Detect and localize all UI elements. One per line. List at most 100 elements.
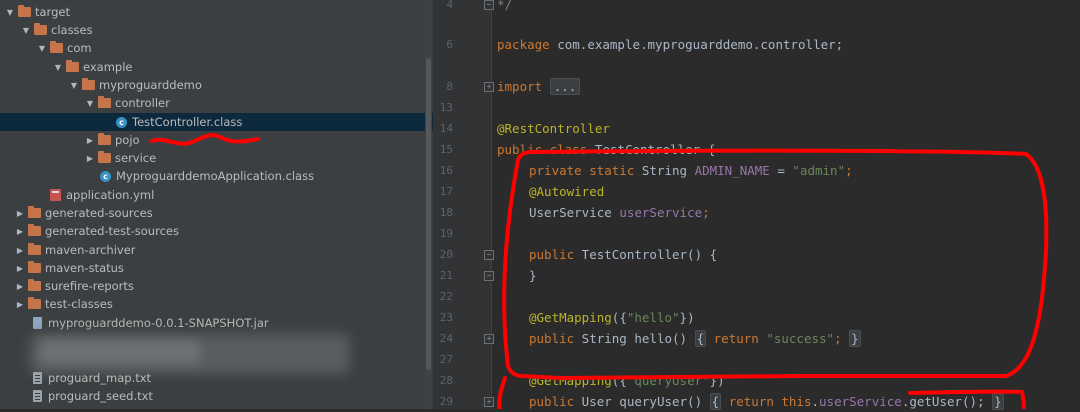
line-number: 4 [446, 0, 453, 11]
code-text: ; [845, 163, 853, 178]
tree-item-label: generated-sources [45, 206, 153, 220]
tree-item-surefire-reports[interactable]: ▶ surefire-reports [0, 277, 433, 295]
tree-item-controller[interactable]: ▼ controller [0, 94, 433, 112]
fold-marker-icon[interactable]: − [484, 271, 494, 281]
code-text: String [634, 163, 695, 178]
line-number: 23 [439, 311, 453, 324]
tree-item-application-class[interactable]: c MyproguarddemoApplication.class [0, 167, 433, 185]
tree-item-classes[interactable]: ▼ classes [0, 21, 433, 39]
fold-marker-icon[interactable]: − [484, 250, 494, 260]
fold-marker-icon[interactable]: + [484, 334, 494, 344]
chevron-down-icon[interactable]: ▼ [20, 26, 32, 35]
tree-item-application-yml[interactable]: application.yml [0, 186, 433, 204]
tree-item-label: maven-status [45, 261, 124, 275]
tree-item-label: classes [51, 23, 93, 37]
chevron-down-icon[interactable]: ▼ [84, 99, 96, 108]
fold-marker-icon[interactable]: − [484, 0, 494, 10]
tree-item-proguard-seed[interactable]: proguard_seed.txt [0, 387, 433, 405]
line-number: 6 [446, 38, 453, 51]
chevron-right-icon[interactable]: ▶ [14, 264, 26, 273]
code-line-17: @Autowired [529, 184, 605, 199]
project-tree-panel: ▼ target ▼ classes ▼ com ▼ example ▼ myp… [0, 0, 433, 409]
tree-item-testcontroller-class[interactable]: c TestController.class [0, 113, 433, 131]
tree-item-com[interactable]: ▼ com [0, 39, 433, 57]
scrollbar-thumb[interactable] [426, 58, 431, 370]
chevron-right-icon[interactable]: ▶ [14, 246, 26, 255]
tree-item-proguard-map[interactable]: proguard_map.txt [0, 369, 433, 387]
line-number: 13 [439, 101, 453, 114]
folder-icon [28, 261, 41, 273]
code-line-4: */ [497, 0, 513, 12]
folder-icon [98, 96, 111, 108]
folder-icon [66, 60, 79, 72]
folded-brace[interactable]: } [992, 393, 1004, 410]
code-text: TestController() { [574, 247, 718, 262]
annotation: @GetMapping [529, 310, 612, 325]
tree-item-example[interactable]: ▼ example [0, 58, 433, 76]
chevron-right-icon[interactable]: ▶ [14, 300, 26, 309]
tree-item-label: proguard_seed.txt [48, 389, 153, 403]
chevron-down-icon[interactable]: ▼ [68, 81, 80, 90]
line-number: 18 [439, 206, 453, 219]
tree-item-label: application.yml [66, 188, 155, 202]
tree-item-test-classes[interactable]: ▶ test-classes [0, 295, 433, 313]
keyword: package [497, 37, 550, 52]
code-text: }) [679, 310, 695, 325]
chevron-right-icon[interactable]: ▶ [14, 227, 26, 236]
chevron-down-icon[interactable]: ▼ [52, 63, 64, 72]
tree-item-label: service [115, 151, 157, 165]
chevron-right-icon[interactable]: ▶ [14, 282, 26, 291]
chevron-down-icon[interactable]: ▼ [4, 8, 16, 17]
tree-item-snapshot-jar[interactable]: myproguarddemo-0.0.1-SNAPSHOT.jar [0, 314, 433, 332]
line-number: 21 [439, 269, 453, 282]
code-text: User queryUser() [574, 394, 710, 409]
code-line-16: private static String ADMIN_NAME = "admi… [529, 160, 853, 181]
redacted-area [40, 340, 200, 364]
chevron-down-icon[interactable]: ▼ [36, 44, 48, 53]
folded-imports[interactable]: ... [549, 78, 581, 95]
keyword: public [529, 331, 575, 346]
folder-icon [82, 78, 95, 90]
folded-brace[interactable]: { [709, 393, 722, 410]
tree-item-service[interactable]: ▶ service [0, 149, 433, 167]
tree-item-label: controller [115, 96, 170, 110]
fold-marker-icon[interactable]: + [484, 397, 494, 407]
code-text: ; [702, 205, 710, 220]
tree-scrollbar[interactable] [425, 0, 432, 409]
code-text: }) [709, 373, 725, 388]
code-text: .getUser(); [901, 394, 985, 409]
keyword: private static [529, 163, 635, 178]
tree-item-maven-archiver[interactable]: ▶ maven-archiver [0, 241, 433, 259]
tree-item-target[interactable]: ▼ target [0, 3, 433, 21]
line-number: 19 [439, 227, 453, 240]
tree-item-myproguarddemo[interactable]: ▼ myproguarddemo [0, 76, 433, 94]
tree-item-pojo[interactable]: ▶ pojo [0, 131, 433, 149]
chevron-right-icon[interactable]: ▶ [84, 136, 96, 145]
chevron-right-icon[interactable]: ▶ [14, 209, 26, 218]
folder-icon [50, 41, 63, 53]
chevron-right-icon[interactable]: ▶ [84, 154, 96, 163]
line-number: 22 [439, 290, 453, 303]
code-line-23: @GetMapping({"hello"}) [529, 307, 695, 328]
string-literal: "hello" [626, 310, 680, 325]
line-number: 17 [439, 185, 453, 198]
tree-item-maven-status[interactable]: ▶ maven-status [0, 259, 433, 277]
tree-item-generated-test-sources[interactable]: ▶ generated-test-sources [0, 222, 433, 240]
line-number: 8 [446, 80, 453, 93]
line-number: 14 [439, 122, 453, 135]
folded-brace[interactable]: { [694, 330, 707, 347]
tree-item-generated-sources[interactable]: ▶ generated-sources [0, 204, 433, 222]
keyword: public [529, 247, 575, 262]
keyword: this [781, 394, 812, 409]
tree-item-label: proguard_map.txt [48, 371, 152, 385]
tree-item-label: myproguarddemo-0.0.1-SNAPSHOT.jar [48, 316, 269, 330]
fold-marker-icon[interactable]: + [484, 82, 494, 92]
code-text: . [811, 394, 820, 409]
jar-file-icon [33, 317, 42, 329]
code-line-20: public TestController() { [529, 244, 717, 265]
code-line-8: import ... [497, 76, 581, 97]
folder-icon [28, 297, 41, 309]
folded-brace[interactable]: } [849, 330, 861, 347]
folder-icon [34, 23, 47, 35]
tree-item-label: pojo [115, 133, 140, 147]
